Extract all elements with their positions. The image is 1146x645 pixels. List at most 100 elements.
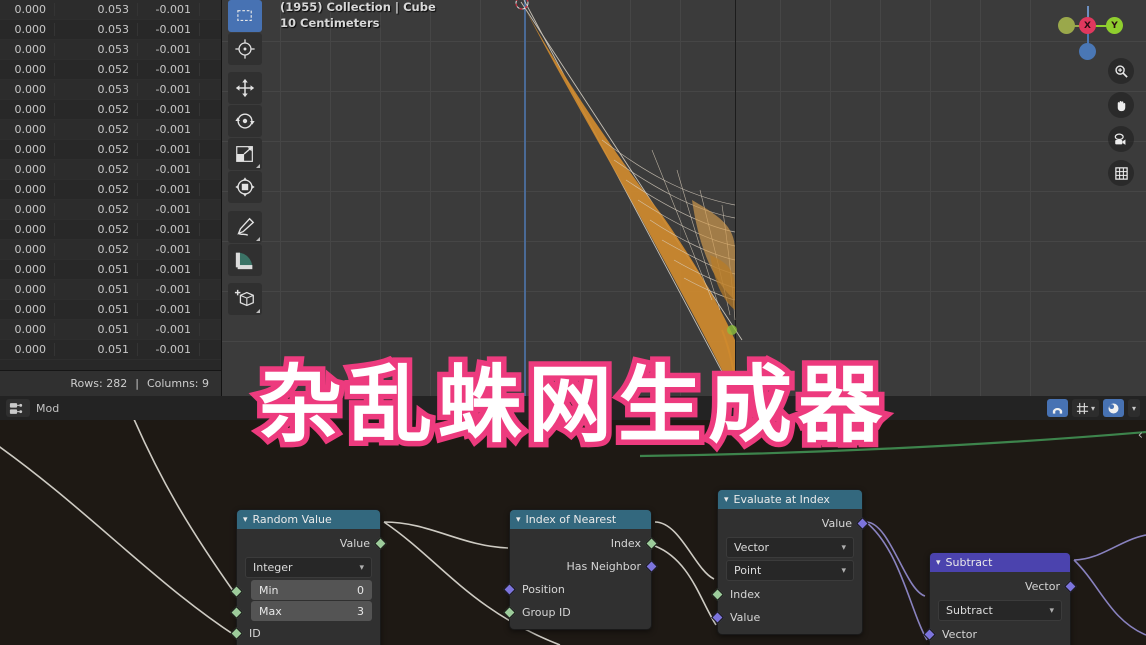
socket-icon[interactable] — [230, 585, 243, 598]
node-input-value[interactable]: Value — [711, 606, 862, 629]
tweak-select-tool[interactable] — [228, 0, 262, 32]
cursor-tool[interactable] — [228, 32, 262, 65]
socket-icon[interactable] — [230, 627, 243, 640]
chevron-down-icon[interactable]: ▾ — [243, 515, 248, 525]
proportional-falloff-dropdown[interactable]: ▾ — [1127, 399, 1140, 417]
add-cube-icon — [234, 289, 254, 307]
pan-button[interactable] — [1108, 92, 1134, 118]
node-header[interactable]: ▾ Random Value — [237, 510, 380, 529]
table-row[interactable]: 0.000 0.052 -0.001 — [0, 220, 221, 240]
table-row[interactable]: 0.000 0.053 -0.001 — [0, 40, 221, 60]
node-input-index[interactable]: Index — [711, 583, 862, 606]
gizmo-x-label: X — [1084, 20, 1091, 31]
socket-icon[interactable] — [645, 537, 658, 550]
node-output-vector[interactable]: Vector — [930, 575, 1077, 598]
field-max[interactable]: Max 3 — [251, 601, 372, 621]
geometry-node-editor[interactable]: Mod ▾ ▾ ▾ Random Value Value Integer ▾ M… — [0, 396, 1146, 645]
chevron-down-icon[interactable]: ▾ — [724, 495, 729, 505]
3d-viewport[interactable]: (1955) Collection | Cube 10 Centimeters … — [222, 0, 1146, 396]
socket-icon[interactable] — [856, 517, 869, 530]
node-evaluate-at-index[interactable]: ▾ Evaluate at Index Value Vector ▾ Point ▾ Inde… — [711, 489, 869, 635]
socket-icon[interactable] — [503, 606, 516, 619]
socket-icon[interactable] — [711, 588, 724, 601]
node-index-of-nearest[interactable]: ▾ Index of Nearest Index Has Neighbor Positi… — [503, 509, 658, 630]
node-random-value[interactable]: ▾Random ValueValueInteger▾Min0Max3IDSeed — [230, 509, 387, 645]
dropdown-subtract[interactable]: Subtract ▾ — [938, 600, 1062, 621]
table-row[interactable]: 0.000 0.052 -0.001 — [0, 140, 221, 160]
field-value: 3 — [357, 604, 364, 618]
table-row[interactable]: 0.000 0.052 -0.001 — [0, 240, 221, 260]
node-subtract[interactable]: ▾SubtractVectorSubtract▾VectorVector — [923, 552, 1077, 645]
table-row[interactable]: 0.000 0.053 -0.001 — [0, 0, 221, 20]
columns-count: Columns: 9 — [146, 377, 209, 390]
table-row[interactable]: 0.000 0.052 -0.001 — [0, 100, 221, 120]
node-body: ValueInteger▾Min0Max3IDSeed — [230, 529, 387, 645]
socket-icon[interactable] — [230, 606, 243, 619]
socket-icon[interactable] — [503, 583, 516, 596]
toggle-ortho-button[interactable] — [1108, 160, 1134, 186]
proportional-edit-toggle[interactable] — [1102, 399, 1124, 417]
table-row[interactable]: 0.000 0.052 -0.001 — [0, 200, 221, 220]
blender-window: 0.000 0.053 -0.001 0.000 0.053 -0.001 0.000 0.0… — [0, 0, 1146, 645]
table-row[interactable]: 0.000 0.052 -0.001 — [0, 120, 221, 140]
annotate-tool[interactable] — [228, 210, 262, 243]
node-input-group-id[interactable]: Group ID — [503, 601, 651, 624]
zoom-button[interactable] — [1108, 58, 1134, 84]
viewport-nav-buttons — [1108, 58, 1134, 186]
table-row[interactable]: 0.000 0.051 -0.001 — [0, 300, 221, 320]
table-cell: 0.052 — [55, 223, 138, 236]
field-min[interactable]: Min 0 — [251, 580, 372, 600]
move-tool[interactable] — [228, 72, 262, 105]
gizmo-x-ball: X — [1079, 17, 1096, 34]
gizmo-y-ball: Y — [1106, 17, 1123, 34]
table-row[interactable]: 0.000 0.052 -0.001 — [0, 60, 221, 80]
sidebar-toggle-arrow[interactable]: ‹ — [1138, 428, 1143, 443]
node-input-vector[interactable]: Vector — [923, 623, 1070, 645]
spreadsheet-rows[interactable]: 0.000 0.053 -0.001 0.000 0.053 -0.001 0.000 0.0… — [0, 0, 221, 370]
node-input-position[interactable]: Position — [503, 578, 651, 601]
socket-icon[interactable] — [645, 560, 658, 573]
socket-icon[interactable] — [711, 611, 724, 624]
node-canvas[interactable]: ▾Random ValueValueInteger▾Min0Max3IDSeed… — [0, 420, 1146, 645]
node-body: Value Vector ▾ Point ▾ Index Value — [711, 509, 869, 634]
measure-tool[interactable] — [228, 243, 262, 276]
geometry-nodes-icon[interactable] — [6, 399, 30, 417]
dropdown-vector[interactable]: Vector ▾ — [726, 537, 854, 558]
node-output-value[interactable]: Value — [237, 532, 387, 555]
table-cell: 0.000 — [0, 303, 55, 316]
camera-view-button[interactable] — [1108, 126, 1134, 152]
node-header[interactable]: ▾ Evaluate at Index — [718, 490, 862, 509]
node-output-has-neighbor[interactable]: Has Neighbor — [510, 555, 658, 578]
table-row[interactable]: 0.000 0.051 -0.001 — [0, 260, 221, 280]
snap-toggle[interactable] — [1046, 399, 1068, 417]
node-header[interactable]: ▾ Index of Nearest — [510, 510, 651, 529]
node-output-value[interactable]: Value — [718, 512, 869, 535]
table-row[interactable]: 0.000 0.053 -0.001 — [0, 80, 221, 100]
node-input-id[interactable]: ID — [230, 622, 380, 645]
scale-tool[interactable] — [228, 138, 262, 171]
field-label: Max — [259, 604, 282, 618]
table-row[interactable]: 0.000 0.051 -0.001 — [0, 320, 221, 340]
chevron-down-icon[interactable]: ▾ — [936, 558, 941, 568]
dropdown-integer[interactable]: Integer ▾ — [245, 557, 372, 578]
rotate-tool[interactable] — [228, 105, 262, 138]
node-header[interactable]: ▾ Subtract — [930, 553, 1070, 572]
chevron-down-icon[interactable]: ▾ — [516, 515, 521, 525]
socket-icon[interactable] — [1064, 580, 1077, 593]
node-header-right-tools: ▾ ▾ — [1046, 399, 1140, 417]
snap-mode-dropdown[interactable]: ▾ — [1071, 399, 1099, 417]
table-cell: -0.001 — [138, 343, 200, 356]
transform-tool[interactable] — [228, 171, 262, 204]
table-row[interactable]: 0.000 0.053 -0.001 — [0, 20, 221, 40]
table-row[interactable]: 0.000 0.052 -0.001 — [0, 160, 221, 180]
socket-icon[interactable] — [923, 628, 936, 641]
table-row[interactable]: 0.000 0.051 -0.001 — [0, 280, 221, 300]
socket-icon[interactable] — [374, 537, 387, 550]
dropdown-point[interactable]: Point ▾ — [726, 560, 854, 581]
table-row[interactable]: 0.000 0.051 -0.001 — [0, 340, 221, 360]
node-output-index[interactable]: Index — [510, 532, 658, 555]
table-row[interactable]: 0.000 0.052 -0.001 — [0, 180, 221, 200]
navigation-gizmo[interactable]: X Y — [1054, 6, 1124, 60]
chevron-down-icon: ▾ — [1090, 403, 1095, 413]
add-cube-tool[interactable] — [228, 283, 262, 316]
